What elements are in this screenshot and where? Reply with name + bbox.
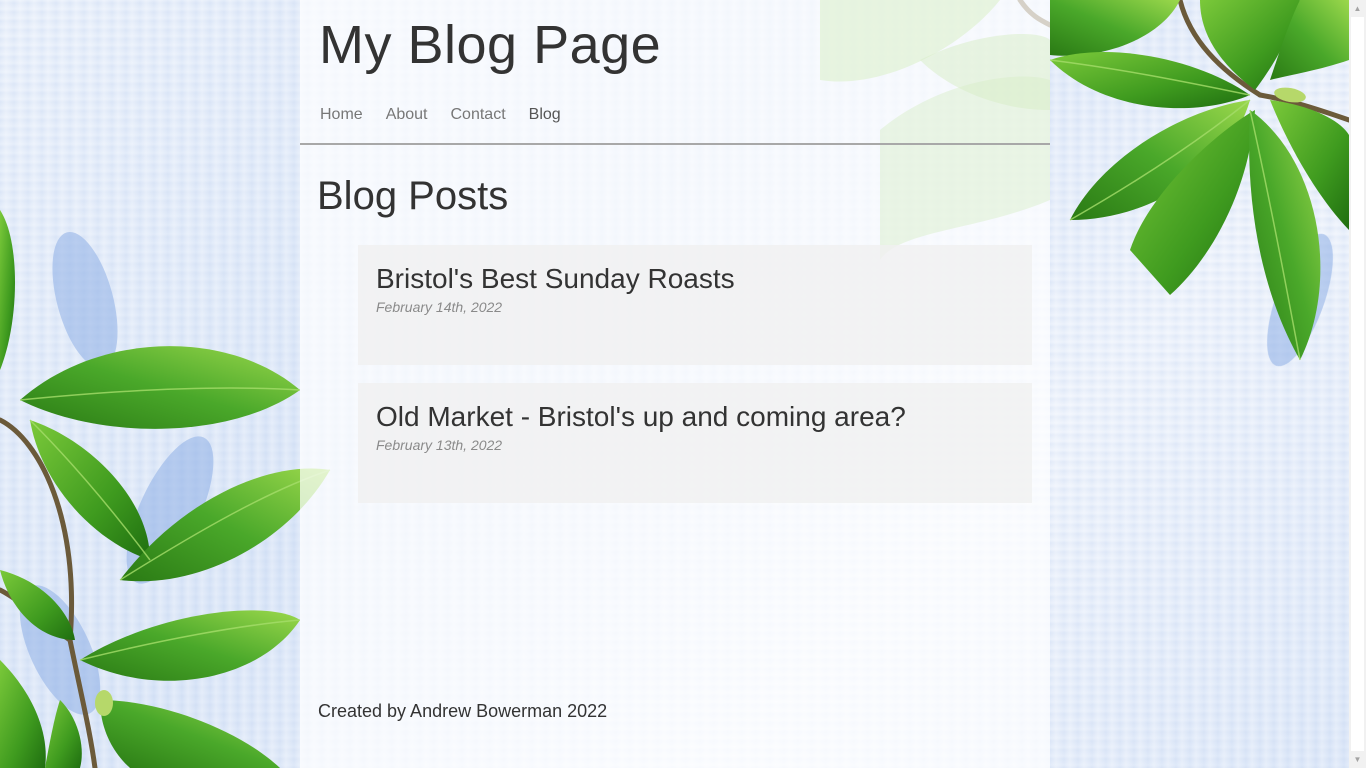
scroll-thumb[interactable] [1351,17,1364,751]
vertical-scrollbar[interactable]: ▲ ▼ [1349,0,1366,768]
main-nav: Home About Contact Blog [320,106,584,124]
nav-divider [300,143,1050,145]
nav-about-link[interactable]: About [386,106,428,124]
post-date: February 13th, 2022 [376,437,503,453]
site-title: My Blog Page [319,15,662,75]
blog-post-card[interactable]: Bristol's Best Sunday Roasts February 14… [358,245,1032,365]
post-date: February 14th, 2022 [376,299,503,315]
scroll-down-arrow-icon[interactable]: ▼ [1349,751,1366,768]
scroll-up-arrow-icon[interactable]: ▲ [1349,0,1366,17]
post-title[interactable]: Old Market - Bristol's up and coming are… [376,401,1014,433]
blog-post-card[interactable]: Old Market - Bristol's up and coming are… [358,383,1032,503]
section-title: Blog Posts [317,174,509,218]
footer-credit: Created by Andrew Bowerman 2022 [318,701,608,721]
nav-contact-link[interactable]: Contact [451,106,506,124]
nav-blog-link[interactable]: Blog [529,106,561,124]
post-title[interactable]: Bristol's Best Sunday Roasts [376,263,1014,295]
nav-home-link[interactable]: Home [320,106,363,124]
main-column: My Blog Page Home About Contact Blog Blo… [300,0,1050,768]
